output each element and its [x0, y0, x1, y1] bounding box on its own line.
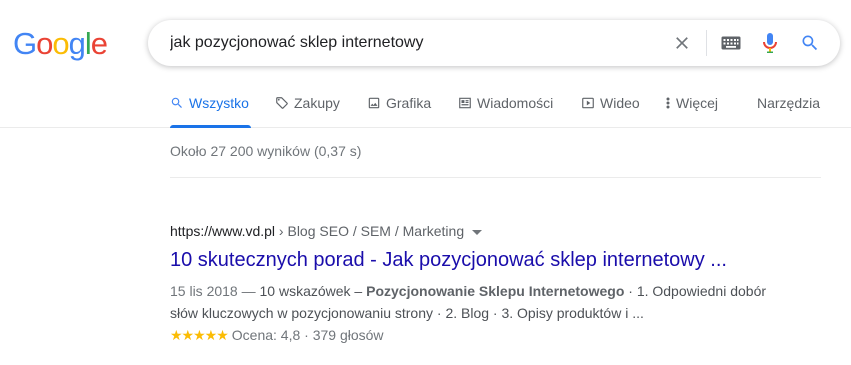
result-date: 15 lis 2018 — [170, 283, 256, 299]
image-icon [367, 93, 381, 113]
tab-label: Grafika [386, 95, 432, 111]
tab-all[interactable]: Wszystko [170, 93, 251, 128]
rating-text: Ocena: 4,8 · 379 głosów [231, 327, 384, 343]
tag-icon [275, 93, 289, 113]
searchbox-divider [706, 30, 707, 56]
logo-letter: G [13, 26, 37, 61]
microphone-icon[interactable] [760, 33, 780, 53]
tab-news[interactable]: Wiadomości [458, 93, 553, 128]
tab-video[interactable]: Wideo [581, 93, 640, 128]
divider [170, 177, 821, 178]
tab-more[interactable]: Więcej [664, 93, 718, 128]
more-vert-icon [664, 93, 672, 113]
search-input[interactable] [170, 20, 650, 66]
result-breadcrumbs: › Blog SEO / SEM / Marketing [275, 223, 465, 239]
tab-tools[interactable]: Narzędzia [757, 93, 820, 128]
logo-letter: e [90, 26, 108, 61]
tab-shopping[interactable]: Zakupy [275, 93, 340, 128]
search-icon[interactable] [800, 33, 820, 53]
star-rating-icon: ★★★★★ [170, 327, 229, 343]
logo-letter: g [68, 26, 86, 61]
google-logo[interactable]: Google [13, 26, 108, 61]
tab-label: Więcej [676, 95, 719, 111]
logo-letter: o [36, 26, 53, 61]
tab-label: Wiadomości [477, 95, 554, 111]
close-icon[interactable] [672, 33, 692, 53]
video-icon [581, 93, 595, 113]
result-url[interactable]: https://www.vd.pl [170, 223, 275, 239]
chevron-down-icon[interactable] [472, 229, 483, 235]
tab-label: Narzędzia [757, 95, 821, 111]
keyboard-icon[interactable] [721, 33, 741, 53]
result-stats: Około 27 200 wyników (0,37 s) [170, 143, 362, 159]
search-tabs: Wszystko Zakupy Grafika Wiadomości Wideo… [0, 93, 851, 128]
tab-images[interactable]: Grafika [367, 93, 431, 128]
snippet-text: 10 wskazówek – [255, 283, 367, 299]
tab-label: Wszystko [189, 95, 249, 111]
result-rating: ★★★★★ Ocena: 4,8 · 379 głosów [170, 324, 790, 346]
tab-label: Wideo [600, 95, 640, 111]
tab-label: Zakupy [294, 95, 340, 111]
snippet-highlight: Pozycjonowanie Sklepu Internetowego [366, 283, 625, 299]
result-cite: https://www.vd.pl › Blog SEO / SEM / Mar… [170, 221, 790, 241]
search-icon [170, 93, 184, 113]
result-snippet: 15 lis 2018 — 10 wskazówek – Pozycjonowa… [170, 280, 790, 324]
logo-letter: o [52, 26, 69, 61]
result-title[interactable]: 10 skutecznych porad - Jak pozycjonować … [170, 247, 790, 273]
news-icon [458, 93, 472, 113]
search-box [148, 20, 840, 66]
search-result: https://www.vd.pl › Blog SEO / SEM / Mar… [170, 221, 790, 346]
